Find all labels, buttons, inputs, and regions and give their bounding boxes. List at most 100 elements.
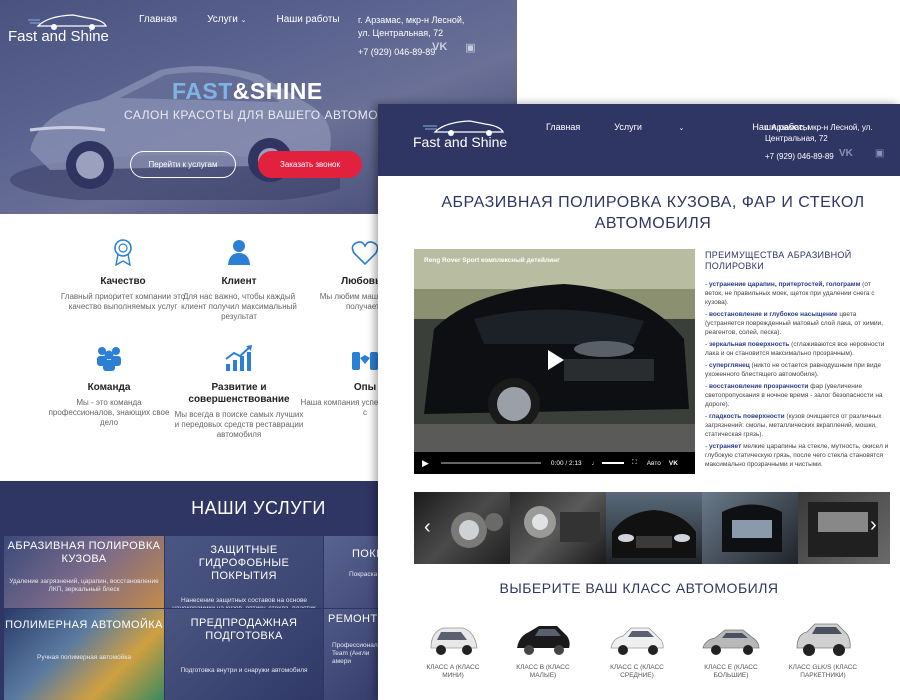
brand-logo[interactable]: Fast and Shine — [8, 10, 109, 45]
advantage-highlight: устранение царапин, притертостей, гологр… — [708, 281, 861, 288]
gallery-photo[interactable] — [606, 492, 702, 564]
feature-title: Клиент — [221, 276, 257, 287]
screenshot-stage: Fast and Shine Главная Услуги ⌄ Наши раб… — [0, 0, 900, 700]
social-links: VK ▣ — [432, 41, 476, 54]
volume-slider[interactable] — [602, 462, 625, 464]
gallery-photo[interactable] — [702, 492, 798, 564]
advantage-highlight: гладкость поверхности — [708, 413, 785, 420]
address-text: г. Арзамас, мкр-н Лесной, ул. Центральна… — [358, 15, 465, 38]
instagram-icon[interactable]: ▣ — [875, 148, 884, 159]
vk-icon[interactable]: VK — [432, 41, 447, 54]
feature-desc: Главный приоритет компании это качество … — [60, 292, 186, 311]
logo-car-icon — [28, 14, 108, 30]
advantage-item: - суперглянец (никто не остается равноду… — [705, 362, 882, 378]
car-class-e[interactable]: КЛАСС E (КЛАСС БОЛЬШИЕ) — [696, 618, 766, 680]
photo-gallery: ‹ › — [414, 492, 890, 564]
car-class-label: КЛАСС B (КЛАСС МАЛЫЕ) — [516, 664, 570, 679]
service-tile-painting[interactable]: ПОКР Покраска д — [324, 536, 384, 608]
advantage-highlight: зеркальная поверхность — [708, 341, 790, 348]
car-class-glk[interactable]: КЛАСС GLK/S (КЛАСС ПАРКЕТНИКИ) — [788, 618, 858, 680]
video-progress-bar[interactable] — [440, 462, 541, 464]
instagram-icon[interactable]: ▣ — [465, 41, 475, 54]
user-icon — [174, 238, 304, 266]
service-tile-repair[interactable]: РЕМОНТ Д Профессиональ Team (Англи амери — [324, 609, 384, 700]
page-title: АБРАЗИВНАЯ ПОЛИРОВКА КУЗОВА, ФАР И СТЕКО… — [441, 194, 865, 232]
video-controls: ▶ 0:00 / 2:13 ♩ ⛶ Авто VK — [414, 452, 695, 474]
service-tile-desc: Удаление загрязнений, царапин, восстанов… — [9, 578, 159, 593]
quality-label[interactable]: Авто — [647, 460, 661, 467]
order-call-button[interactable]: Заказать звонок — [258, 151, 362, 178]
car-class-label: КЛАСС E (КЛАСС БОЛЬШИЕ) — [704, 664, 758, 679]
feature-growth: Развитие и совершенствование Мы всегда в… — [174, 344, 304, 440]
advantage-item: - восстановление и глубокое насыщение цв… — [705, 311, 884, 336]
advantages-block: ПРЕИМУЩЕСТВА АБРАЗИВНОЙ ПОЛИРОВКИ - устр… — [705, 250, 890, 472]
service-tile-title: ПОЛИМЕРНАЯ АВТОМОЙКА — [5, 619, 163, 631]
gallery-next-arrow[interactable]: › — [870, 514, 877, 537]
nav-works[interactable]: Наши работы — [276, 14, 339, 25]
service-tile-title: РЕМОНТ Д — [328, 613, 384, 625]
car-icon — [610, 627, 664, 655]
advantage-highlight: восстановление и глубокое насыщение — [708, 311, 838, 318]
advantage-highlight: устраняет — [708, 443, 742, 450]
car-icon — [517, 626, 570, 655]
video-player[interactable]: Reng Rover Sport комплексный детейлинг ▶… — [414, 249, 695, 474]
service-tile-polishing[interactable]: АБРАЗИВНАЯ ПОЛИРОВКА КУЗОВА Удаление заг… — [4, 536, 164, 608]
fullscreen-icon[interactable]: ⛶ — [632, 459, 637, 467]
nav-home[interactable]: Главная — [139, 14, 177, 25]
car-class-label: КЛАСС C (КЛАСС СРЕДНИЕ) — [610, 664, 664, 679]
advantages-title: ПРЕИМУЩЕСТВА АБРАЗИВНОЙ ПОЛИРОВКИ — [705, 250, 852, 271]
service-tile-desc: Нанесение защитных составов на основе на… — [172, 597, 316, 608]
car-class-label: КЛАСС A (КЛАСС МИНИ) — [426, 664, 480, 679]
advantage-item: - восстановление прозрачности фар (увели… — [705, 383, 883, 408]
play-small-icon[interactable]: ▶ — [422, 458, 429, 469]
hero-title-shine: &SHINE — [232, 78, 323, 104]
site-header: Fast and Shine Главная Услуги ⌄ Наши раб… — [378, 104, 900, 176]
car-class-b[interactable]: КЛАСС B (КЛАСС МАЛЫЕ) — [508, 618, 578, 680]
service-tile-desc: Покраска д — [349, 571, 383, 578]
feature-title: Качество — [100, 276, 146, 287]
vk-icon[interactable]: VK — [839, 148, 853, 159]
nav-home[interactable]: Главная — [546, 122, 580, 132]
car-class-title: ВЫБЕРИТЕ ВАШ КЛАСС АВТОМОБИЛЯ — [499, 580, 779, 596]
nav-services[interactable]: Услуги ⌄ — [614, 122, 718, 132]
advantage-item: - гладкость поверхности (кузов очищается… — [705, 413, 882, 438]
feature-desc: Мы - это команда профессионалов, знающих… — [48, 398, 170, 427]
car-icon — [430, 627, 478, 655]
nav-services-label: Услуги — [614, 122, 642, 132]
gallery-photo[interactable] — [510, 492, 606, 564]
car-class-label: КЛАСС GLK/S (КЛАСС ПАРКЕТНИКИ) — [788, 664, 858, 679]
advantage-highlight: суперглянец — [708, 362, 750, 369]
car-icon — [796, 623, 851, 656]
service-tile-desc: Ручная полимерная автомойка — [37, 654, 131, 661]
car-class-a[interactable]: КЛАСС A (КЛАСС МИНИ) — [418, 618, 488, 680]
logo-car-icon — [423, 120, 505, 136]
address-text: г. Арзамас, мкр-н Лесной, ул. Центральна… — [765, 123, 873, 143]
nav-services[interactable]: Услуги ⌄ — [207, 14, 246, 25]
service-tile-coating[interactable]: ЗАЩИТНЫЕ ГИДРОФОБНЫЕ ПОКРЫТИЯ Нанесение … — [165, 536, 323, 608]
service-tile-presale[interactable]: ПРЕДПРОДАЖНАЯ ПОДГОТОВКА Подготовка внут… — [165, 609, 323, 700]
advantage-highlight: восстановление прозрачности — [708, 383, 809, 390]
award-icon — [58, 238, 188, 266]
video-time: 0:00 / 2:13 — [550, 459, 582, 467]
play-icon[interactable] — [540, 345, 570, 375]
vk-video-icon[interactable]: VK — [669, 460, 678, 467]
feature-quality: Качество Главный приоритет компании это … — [58, 238, 188, 312]
chevron-down-icon: ⌄ — [678, 125, 685, 132]
top-nav: Главная Услуги ⌄ Наши работы — [139, 14, 340, 25]
feature-title: Развитие и совершенствование — [188, 382, 290, 405]
gallery-prev-arrow[interactable]: ‹ — [424, 516, 431, 539]
feature-desc: Мы всегда в поиске самых лучших и передо… — [174, 410, 304, 439]
hero-title: FAST&SHINE — [172, 78, 323, 105]
brand-logo[interactable]: Fast and Shine — [413, 116, 507, 150]
service-tile-wash[interactable]: ПОЛИМЕРНАЯ АВТОМОЙКА Ручная полимерная а… — [4, 609, 164, 700]
go-to-services-button[interactable]: Перейти к услугам — [130, 151, 236, 178]
advantage-item: - устранение царапин, притертостей, голо… — [705, 281, 875, 306]
team-icon — [44, 344, 174, 372]
chevron-down-icon: ⌄ — [240, 17, 247, 24]
car-class-c[interactable]: КЛАСС C (КЛАСС СРЕДНИЕ) — [602, 618, 672, 680]
service-tile-title: ПОКР — [352, 548, 384, 560]
advantage-item: - устраняет мелкие царапины на стекле, м… — [705, 443, 889, 468]
service-tile-title: ЗАЩИТНЫЕ ГИДРОФОБНЫЕ ПОКРЫТИЯ — [198, 544, 290, 582]
volume-icon[interactable]: ♩ — [592, 460, 599, 467]
hero-subtitle: САЛОН КРАСОТЫ ДЛЯ ВАШЕГО АВТОМОБИЛЯ — [124, 108, 414, 122]
